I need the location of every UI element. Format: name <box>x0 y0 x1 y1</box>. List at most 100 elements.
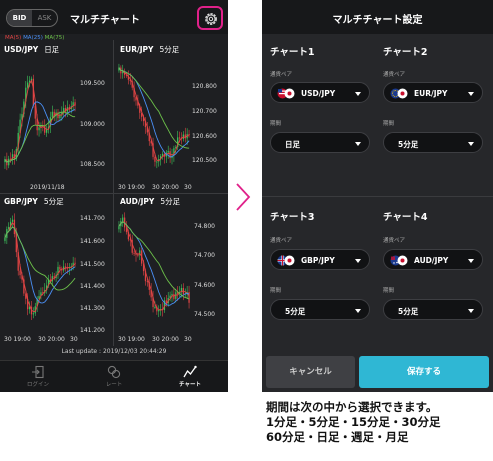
x-axis-label: 30 19:00 <box>4 336 31 343</box>
ma75-line <box>118 67 190 149</box>
period-select[interactable]: 日足 <box>270 132 370 153</box>
chart-setting-title: チャート2 <box>383 47 428 58</box>
chart-pane-audjpy[interactable]: AUD/JPY 5分足 74.800 74.700 74.600 74.500 3… <box>114 194 227 344</box>
tab-label: レート <box>105 382 123 388</box>
chart-pane-eurjpy[interactable]: EUR/JPY 5分足 120.800 120.700 120.600 120.5… <box>114 42 227 192</box>
aud-jpy-flag-icon <box>390 255 408 266</box>
candle-body <box>156 161 158 163</box>
pair-value: GBP/JPY <box>301 256 335 265</box>
candle-body <box>137 254 139 256</box>
ask-option[interactable]: ASK <box>32 10 57 26</box>
candle-body <box>8 158 10 166</box>
multi-chart-screen: BID ASK マルチチャート MA(5) MA(25) MA(75) USD/… <box>0 0 228 392</box>
y-axis-label: 74.800 <box>194 223 215 230</box>
caret-down-icon <box>468 142 474 146</box>
chart-setting-title: チャート1 <box>270 47 315 58</box>
ma5-line <box>4 222 76 312</box>
x-axis-label: 30 <box>70 336 78 343</box>
chart-icon <box>152 365 228 379</box>
y-axis-label: 74.600 <box>194 282 215 289</box>
period-select[interactable]: 5分足 <box>383 132 483 153</box>
period-label: 期間 <box>270 121 282 127</box>
candle-body <box>158 309 160 312</box>
y-axis-label: 141.700 <box>80 215 105 222</box>
eur-jpy-flag-icon <box>390 88 408 99</box>
candle-body <box>59 266 61 270</box>
ma75-line <box>118 221 190 300</box>
gbp-jpy-flag-icon <box>277 255 295 266</box>
chart-symbol: USD/JPY 日足 <box>4 45 60 54</box>
tab-login[interactable]: ログイン <box>0 363 76 391</box>
chart-timeframe: 5分足 <box>159 45 180 54</box>
candle-body <box>4 237 6 241</box>
ma25-line <box>4 226 76 304</box>
candle-body <box>27 82 29 88</box>
period-label: 期間 <box>270 288 282 294</box>
x-axis-label: 30 20:00 <box>152 336 179 343</box>
chart-timeframe: 5分足 <box>43 197 64 206</box>
y-axis-label: 141.200 <box>80 327 105 334</box>
period-options-caption: 期間は次の中から選択できます。 1分足・5分足・15分足・30分足 60分足・日… <box>266 400 441 445</box>
ma5-line <box>118 221 190 311</box>
y-axis-label: 120.800 <box>192 83 217 90</box>
caret-down-icon <box>355 309 361 313</box>
candle-body <box>146 281 149 283</box>
tab-chart[interactable]: チャート <box>152 363 228 391</box>
bid-ask-toggle[interactable]: BID ASK <box>6 9 58 27</box>
y-axis-label: 120.700 <box>192 108 217 115</box>
candle-body <box>154 306 156 308</box>
chart-symbol: GBP/JPY 5分足 <box>4 197 64 206</box>
chart-pane-usdjpy[interactable]: USD/JPY 日足 109.500 109.000 108.500 2019/1… <box>0 42 113 192</box>
caret-down-icon <box>468 309 474 313</box>
period-select[interactable]: 5分足 <box>270 299 370 320</box>
ma-legend: MA(5) MA(25) MA(75) <box>5 35 64 41</box>
period-label: 期間 <box>383 288 395 294</box>
tab-label: チャート <box>179 382 201 388</box>
save-button[interactable]: 保存する <box>359 356 489 388</box>
pair-value: AUD/JPY <box>414 256 449 265</box>
candle-body <box>171 293 173 296</box>
ma75-line <box>4 111 76 163</box>
x-axis-label: 30 <box>184 336 192 343</box>
period-select[interactable]: 5分足 <box>383 299 483 320</box>
period-value: 日足 <box>285 140 300 149</box>
settings-divider <box>262 196 493 197</box>
chart-pane-gbpjpy[interactable]: GBP/JPY 5分足 141.700 141.600 141.500 141.4… <box>0 194 113 344</box>
pair-select[interactable]: GBP/JPY <box>270 249 370 270</box>
bid-option[interactable]: BID <box>7 10 32 26</box>
candle-body <box>122 217 124 222</box>
candlestick-chart <box>4 74 76 171</box>
tab-rate[interactable]: レート <box>76 363 152 391</box>
y-axis-label: 109.500 <box>80 80 105 87</box>
pair-select[interactable]: AUD/JPY <box>383 249 483 270</box>
pair-label: 通貨ペア <box>383 238 406 244</box>
tab-label: ログイン <box>26 382 49 388</box>
login-icon <box>0 365 76 379</box>
candlestick-chart <box>118 212 190 318</box>
candle-body <box>44 126 46 133</box>
caption-line: 期間は次の中から選択できます。 <box>266 400 438 414</box>
screen-title: マルチチャート <box>70 15 140 26</box>
candle-body <box>19 270 21 276</box>
candle-body <box>32 313 35 315</box>
settings-button[interactable] <box>197 6 223 30</box>
x-axis-label: 30 19:00 <box>118 336 145 343</box>
candle-body <box>64 266 67 268</box>
ma75-legend: MA(75) <box>44 35 65 41</box>
ma75-line <box>4 226 76 291</box>
caret-down-icon <box>355 92 361 96</box>
x-axis-label: 2019/11/18 <box>30 184 65 191</box>
chevron-right-icon <box>234 182 252 216</box>
candle-body <box>167 151 169 153</box>
y-axis-label: 108.500 <box>80 161 105 168</box>
usd-jpy-flag-icon <box>277 88 295 99</box>
candle-body <box>38 127 40 131</box>
pair-select[interactable]: USD/JPY <box>270 82 370 103</box>
screen-title: マルチチャート設定 <box>332 15 423 26</box>
cancel-button[interactable]: キャンセル <box>266 356 355 388</box>
pair-select[interactable]: EUR/JPY <box>383 82 483 103</box>
y-axis-label: 141.500 <box>80 261 105 268</box>
y-axis-label: 74.500 <box>194 311 215 318</box>
candle-body <box>11 219 14 222</box>
chart-symbol: EUR/JPY 5分足 <box>120 45 180 54</box>
